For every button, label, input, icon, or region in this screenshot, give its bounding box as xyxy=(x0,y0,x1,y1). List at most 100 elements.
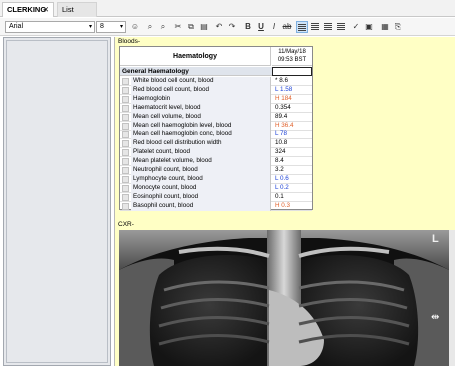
row-indicator-icon xyxy=(122,149,129,157)
row-indicator-icon xyxy=(122,104,129,112)
insert-field-icon[interactable]: ⎘ xyxy=(392,21,404,33)
spellcheck-icon[interactable]: ✓ xyxy=(350,21,362,33)
haematology-results-table: Haematology 11/May/18 09:53 BST General … xyxy=(119,46,313,211)
insert-image-icon[interactable]: ▣ xyxy=(363,21,375,33)
find-icon[interactable]: ⌕ xyxy=(144,21,156,33)
test-name: Mean cell volume, blood xyxy=(131,112,271,122)
row-indicator-icon xyxy=(122,184,129,192)
test-value: 324 xyxy=(275,148,286,156)
test-value: 10.8 xyxy=(275,139,288,147)
selected-cell[interactable] xyxy=(272,67,312,76)
test-name: Eosinophil count, blood xyxy=(131,192,271,202)
test-value: H 0.3 xyxy=(275,201,291,209)
test-value: L 1.58 xyxy=(275,85,293,93)
resize-handle-icon[interactable]: ⇹ xyxy=(431,312,439,323)
results-group-row: General Haematology xyxy=(120,67,312,76)
cut-icon[interactable]: ✂ xyxy=(172,21,184,33)
table-row[interactable]: Haematocrit level, blood 0.354 xyxy=(120,103,312,113)
test-value: L 0.2 xyxy=(275,183,289,191)
test-name: Monocyte count, blood xyxy=(131,183,271,193)
table-row[interactable]: Mean cell haemoglobin conc, blood L 78 xyxy=(120,130,312,140)
test-value: 8.4 xyxy=(275,157,284,165)
table-row[interactable]: Mean cell haemoglobin level, blood H 36.4 xyxy=(120,121,312,131)
test-value: L 0.6 xyxy=(275,174,289,182)
side-panel-list[interactable] xyxy=(6,40,108,363)
test-name: Basophil count, blood xyxy=(131,201,271,211)
chevron-down-icon: ▾ xyxy=(88,24,92,30)
test-name: Haemoglobin xyxy=(131,94,271,104)
test-value: H 36.4 xyxy=(275,121,294,129)
bloods-heading: Bloods- xyxy=(118,38,141,45)
image-border xyxy=(449,230,455,366)
font-size-value: 8 xyxy=(100,23,104,30)
row-indicator-icon xyxy=(122,113,129,121)
table-row[interactable]: Mean platelet volume, blood 8.4 xyxy=(120,157,312,167)
test-name: Neutrophil count, blood xyxy=(131,166,271,175)
row-indicator-icon xyxy=(122,175,129,183)
formatting-toolbar: Arial ▾ 8 ▾ ☺ ⌕ ⌕ ✂ ⧉ ▤ ↶ ↷ B U I ab ✓ ▣… xyxy=(0,18,455,36)
underline-icon[interactable]: U xyxy=(255,21,267,33)
row-indicator-icon xyxy=(122,78,129,85)
close-icon[interactable]: ✕ xyxy=(43,3,49,17)
align-right-icon[interactable] xyxy=(322,21,334,33)
tab-bar: CLERKING ✕ List xyxy=(0,0,455,17)
find-replace-icon[interactable]: ⌕ xyxy=(157,21,169,33)
test-name: Red blood cell distribution width xyxy=(131,139,271,149)
table-row[interactable]: Red blood cell count, blood L 1.58 xyxy=(120,85,312,95)
tab-list-label: List xyxy=(62,5,74,14)
row-indicator-icon xyxy=(122,131,129,139)
chest-xray-image[interactable]: L ⇹ xyxy=(119,230,449,366)
results-time: 09:53 BST xyxy=(277,57,307,63)
table-row[interactable]: Platelet count, blood 324 xyxy=(120,148,312,158)
cxr-heading: CXR- xyxy=(118,221,134,228)
justify-icon[interactable] xyxy=(335,21,347,33)
italic-icon[interactable]: I xyxy=(268,21,280,33)
test-name: Red blood cell count, blood xyxy=(131,85,271,95)
insert-table-icon[interactable]: ▦ xyxy=(379,21,391,33)
test-value: * 8.6 xyxy=(275,77,288,84)
font-family-value: Arial xyxy=(9,23,24,30)
xray-side-marker: L xyxy=(432,233,439,245)
row-indicator-icon xyxy=(122,158,129,166)
strikethrough-icon[interactable]: ab xyxy=(281,21,293,33)
redo-icon[interactable]: ↷ xyxy=(226,21,238,33)
results-group-name: General Haematology xyxy=(122,68,189,75)
tab-clerking-label: CLERKING xyxy=(7,5,47,14)
results-date-column: 11/May/18 09:53 BST xyxy=(272,47,312,66)
undo-icon[interactable]: ↶ xyxy=(213,21,225,33)
table-row[interactable]: Monocyte count, blood L 0.2 xyxy=(120,183,312,193)
row-indicator-icon xyxy=(122,122,129,130)
row-indicator-icon xyxy=(122,193,129,201)
table-row[interactable]: Eosinophil count, blood 0.1 xyxy=(120,192,312,202)
table-row[interactable]: Basophil count, blood H 0.3 xyxy=(120,201,312,211)
table-row[interactable]: White blood cell count, blood * 8.6 xyxy=(120,77,312,86)
results-date: 11/May/18 xyxy=(278,49,306,55)
table-row[interactable]: Red blood cell distribution width 10.8 xyxy=(120,139,312,149)
chest-xray-graphic xyxy=(119,230,449,366)
chevron-down-icon: ▾ xyxy=(119,24,123,30)
test-value: 0.1 xyxy=(275,192,284,200)
test-name: White blood cell count, blood xyxy=(131,77,271,86)
table-row[interactable]: Haemoglobin H 184 xyxy=(120,94,312,104)
table-row[interactable]: Neutrophil count, blood 3.2 xyxy=(120,166,312,175)
table-row[interactable]: Lymphocyte count, blood L 0.6 xyxy=(120,174,312,184)
side-panel xyxy=(3,37,111,366)
smiley-icon[interactable]: ☺ xyxy=(129,21,141,33)
font-size-select[interactable]: 8 ▾ xyxy=(96,21,126,33)
row-indicator-icon xyxy=(122,86,129,94)
table-row[interactable]: Mean cell volume, blood 89.4 xyxy=(120,112,312,122)
copy-icon[interactable]: ⧉ xyxy=(185,21,197,33)
test-value: 0.354 xyxy=(275,103,291,111)
paste-icon[interactable]: ▤ xyxy=(198,21,210,33)
align-center-icon[interactable] xyxy=(309,21,321,33)
row-indicator-icon xyxy=(122,202,129,210)
bold-icon[interactable]: B xyxy=(242,21,254,33)
test-name: Mean platelet volume, blood xyxy=(131,157,271,167)
font-family-select[interactable]: Arial ▾ xyxy=(5,21,95,33)
tab-clerking[interactable]: CLERKING ✕ xyxy=(2,2,54,17)
document-editor[interactable]: Bloods- Haematology 11/May/18 09:53 BST … xyxy=(115,37,455,366)
test-name: Mean cell haemoglobin conc, blood xyxy=(131,130,271,140)
tab-list[interactable]: List xyxy=(57,2,97,17)
align-left-icon[interactable] xyxy=(296,21,308,33)
test-value: 3.2 xyxy=(275,166,284,173)
